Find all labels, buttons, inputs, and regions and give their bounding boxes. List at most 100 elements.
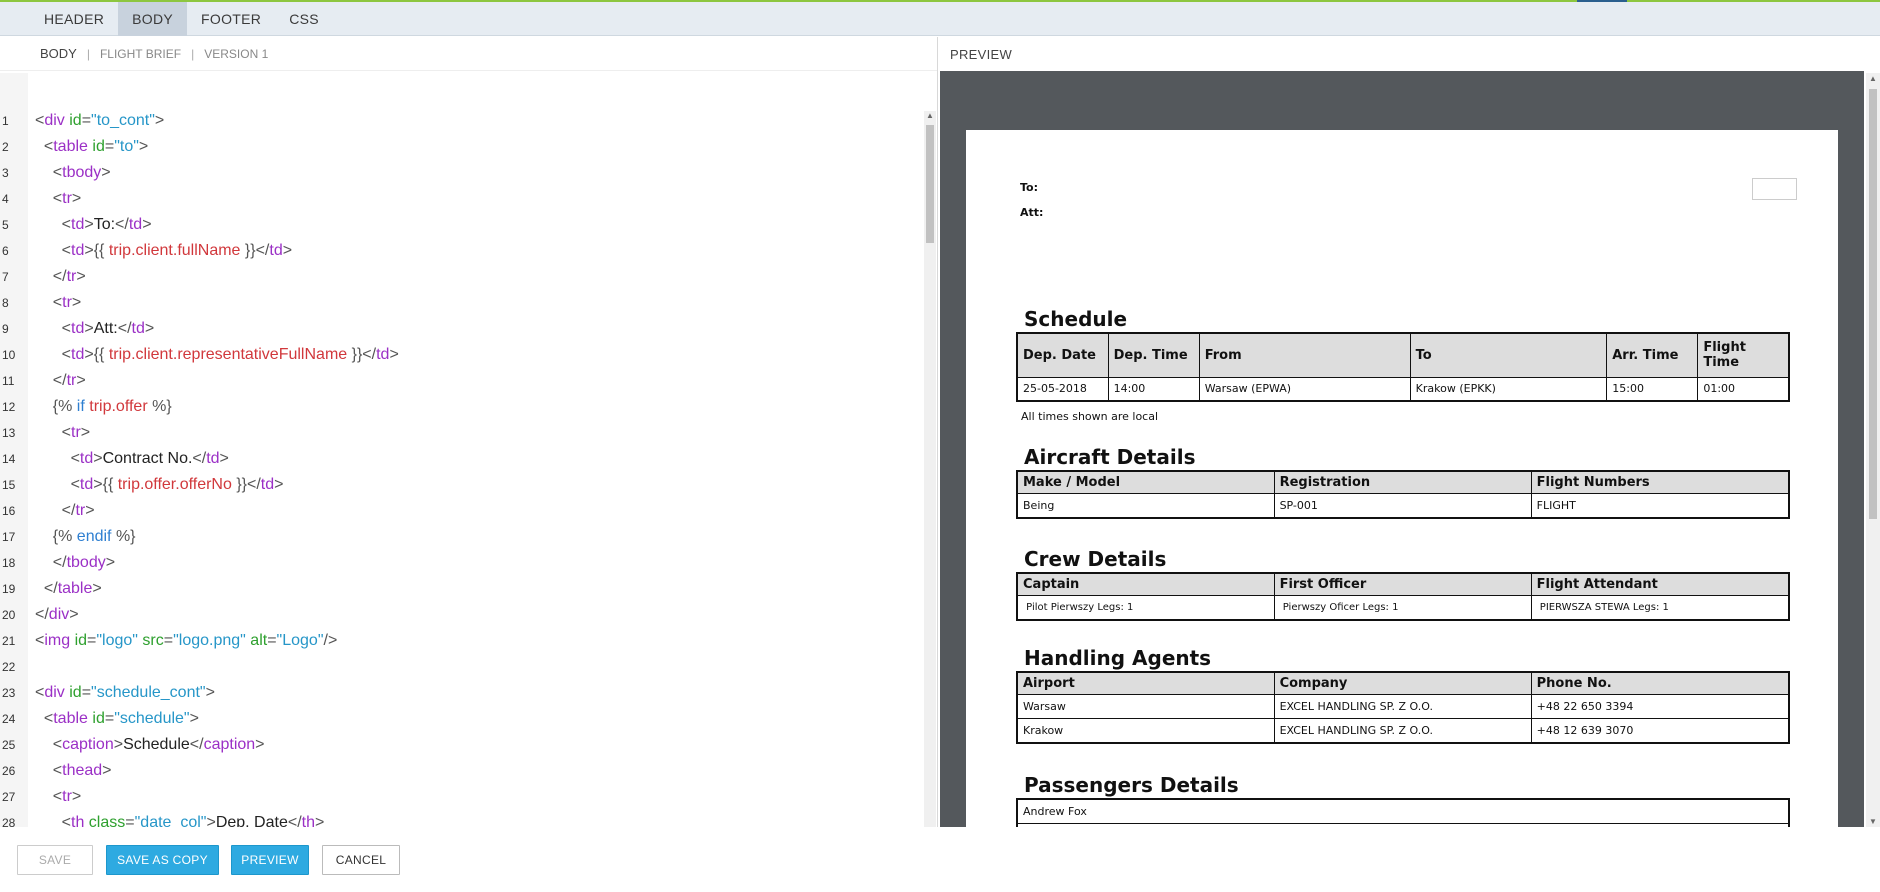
code-token: table bbox=[53, 710, 88, 727]
column-header: Make / Model bbox=[1016, 470, 1275, 494]
line-number: 2 bbox=[2, 140, 9, 154]
logo-image bbox=[1752, 178, 1797, 200]
code-line[interactable]: 6 <td>{{ trip.client.fullName }}</td> bbox=[0, 238, 922, 264]
code-line[interactable]: 15 <td>{{ trip.offer.offerNo }}</td> bbox=[0, 472, 922, 498]
preview-vertical-scrollbar[interactable]: ▲ ▼ bbox=[1866, 73, 1880, 827]
table-cell: +48 22 650 3394 bbox=[1530, 694, 1790, 719]
code-line[interactable]: 14 <td>Contract No.</td> bbox=[0, 446, 922, 472]
table-header-row: Captain First Officer Flight Attendant bbox=[1016, 572, 1790, 596]
code-text: </tr> bbox=[26, 502, 95, 520]
code-token: > bbox=[205, 684, 215, 701]
code-token: > bbox=[69, 606, 79, 623]
code-line[interactable]: 13 <tr> bbox=[0, 420, 922, 446]
tab-body[interactable]: BODY bbox=[118, 2, 188, 36]
code-token: "schedule" bbox=[114, 710, 190, 727]
code-line[interactable]: 27 <tr> bbox=[0, 784, 922, 810]
code-text: <thead> bbox=[26, 762, 112, 780]
column-header: Dep. Date bbox=[1016, 332, 1109, 378]
code-line[interactable]: 5 <td>To:</td> bbox=[0, 212, 922, 238]
code-line[interactable]: 26 <thead> bbox=[0, 758, 922, 784]
breadcrumb-template: FLIGHT BRIEF bbox=[99, 46, 182, 61]
aircraft-section: Aircraft Details Make / Model Registrati… bbox=[1016, 444, 1790, 519]
code-line[interactable]: 25 <caption>Schedule</caption> bbox=[0, 732, 922, 758]
code-line[interactable]: 16 </tr> bbox=[0, 498, 922, 524]
table-cell: 01:00 bbox=[1697, 376, 1790, 402]
line-number: 26 bbox=[2, 764, 16, 778]
code-line[interactable]: 22 bbox=[0, 654, 922, 680]
code-area[interactable]: 1 <div id="to_cont"> 2 <table id="to"> 3 <t… bbox=[0, 108, 922, 848]
code-token: td bbox=[128, 216, 143, 233]
handling-table: Airport Company Phone No. Warsaw EXCEL H… bbox=[1016, 671, 1790, 744]
editor-vertical-scrollbar[interactable]: ▲ ▼ bbox=[924, 111, 936, 845]
scrollbar-thumb[interactable] bbox=[926, 125, 934, 243]
code-token: div bbox=[44, 684, 65, 701]
code-token: < bbox=[35, 216, 72, 233]
table-row: Krakow EXCEL HANDLING SP. Z O.O. +48 12 … bbox=[1016, 718, 1790, 743]
code-token: > bbox=[101, 164, 111, 181]
passengers-section: Passengers Details Andrew Fox bbox=[1016, 772, 1790, 827]
code-token: > bbox=[113, 736, 124, 753]
save-button[interactable]: SAVE bbox=[17, 845, 93, 875]
code-line[interactable]: 12 {% if trip.offer %} bbox=[0, 394, 922, 420]
code-token: < bbox=[35, 294, 63, 311]
cancel-button[interactable]: CANCEL bbox=[322, 845, 400, 875]
code-token: < bbox=[35, 684, 45, 701]
code-text: <tr> bbox=[26, 788, 81, 806]
save-as-copy-button[interactable]: SAVE AS COPY bbox=[106, 845, 219, 875]
table-cell: Krakow bbox=[1016, 718, 1275, 743]
code-line[interactable]: 24 <table id="schedule"> bbox=[0, 706, 922, 732]
preview-canvas[interactable]: To: Att: Schedule Dep. Date Dep. Time Fr… bbox=[940, 71, 1864, 827]
code-line[interactable]: 21 <img id="logo" src="logo.png" alt="Log… bbox=[0, 628, 922, 654]
code-line[interactable]: 3 <tbody> bbox=[0, 160, 922, 186]
code-line[interactable]: 20 </div> bbox=[0, 602, 922, 628]
table-cell: PIERWSZA STEWA Legs: 1 bbox=[1530, 595, 1790, 620]
code-line[interactable]: 8 <tr> bbox=[0, 290, 922, 316]
table-row: Pilot Pierwszy Legs: 1 Pierwszy Oficer L… bbox=[1016, 595, 1790, 620]
line-number: 11 bbox=[2, 374, 15, 388]
column-header: Flight Attendant bbox=[1530, 572, 1790, 596]
code-line[interactable]: 2 <table id="to"> bbox=[0, 134, 922, 160]
tab-header[interactable]: HEADER bbox=[30, 2, 118, 36]
code-line[interactable]: 10 <td>{{ trip.client.representativeFull… bbox=[0, 342, 922, 368]
scroll-up-icon[interactable]: ▲ bbox=[926, 111, 934, 120]
column-header: Registration bbox=[1273, 470, 1532, 494]
line-number: 9 bbox=[2, 322, 9, 336]
line-number: 8 bbox=[2, 296, 9, 310]
scroll-down-icon[interactable]: ▼ bbox=[1869, 817, 1877, 826]
code-line[interactable]: 9 <td>Att:</td> bbox=[0, 316, 922, 342]
scrollbar-thumb[interactable] bbox=[1869, 89, 1877, 519]
code-line[interactable]: 17 {% endif %} bbox=[0, 524, 922, 550]
code-token: td bbox=[71, 242, 85, 259]
code-token: </ bbox=[117, 320, 132, 337]
code-line[interactable]: 11 </tr> bbox=[0, 368, 922, 394]
column-header: Company bbox=[1273, 671, 1532, 695]
code-token: > bbox=[138, 138, 149, 155]
code-token: td bbox=[376, 346, 390, 363]
code-token: td bbox=[71, 216, 85, 233]
code-token: {% bbox=[35, 528, 77, 545]
code-line[interactable]: 7 </tr> bbox=[0, 264, 922, 290]
code-token: tr bbox=[62, 294, 72, 311]
preview-title: PREVIEW bbox=[950, 46, 1013, 62]
table-row: Andrew Fox bbox=[1016, 798, 1790, 824]
code-line[interactable]: 4 <tr> bbox=[0, 186, 922, 212]
code-token: > bbox=[154, 112, 165, 129]
code-line[interactable]: 1 <div id="to_cont"> bbox=[0, 108, 922, 134]
code-token: td bbox=[269, 242, 283, 259]
code-line[interactable]: 23 <div id="schedule_cont"> bbox=[0, 680, 922, 706]
code-token: caption bbox=[203, 736, 256, 753]
code-token: < bbox=[35, 320, 72, 337]
code-token: > bbox=[76, 268, 86, 285]
line-number: 10 bbox=[2, 348, 16, 362]
code-token: </ bbox=[35, 502, 76, 519]
code-line[interactable]: 19 </table> bbox=[0, 576, 922, 602]
section-title: Aircraft Details bbox=[1024, 445, 1196, 469]
scroll-up-icon[interactable]: ▲ bbox=[1869, 74, 1877, 83]
code-text: <tbody> bbox=[26, 164, 111, 182]
tab-footer[interactable]: FOOTER bbox=[187, 2, 275, 36]
tab-css[interactable]: CSS bbox=[275, 2, 333, 36]
code-text: <td>Att:</td> bbox=[26, 320, 155, 338]
preview-button[interactable]: PREVIEW bbox=[231, 845, 309, 875]
code-token: img bbox=[44, 632, 71, 649]
code-line[interactable]: 18 </tbody> bbox=[0, 550, 922, 576]
